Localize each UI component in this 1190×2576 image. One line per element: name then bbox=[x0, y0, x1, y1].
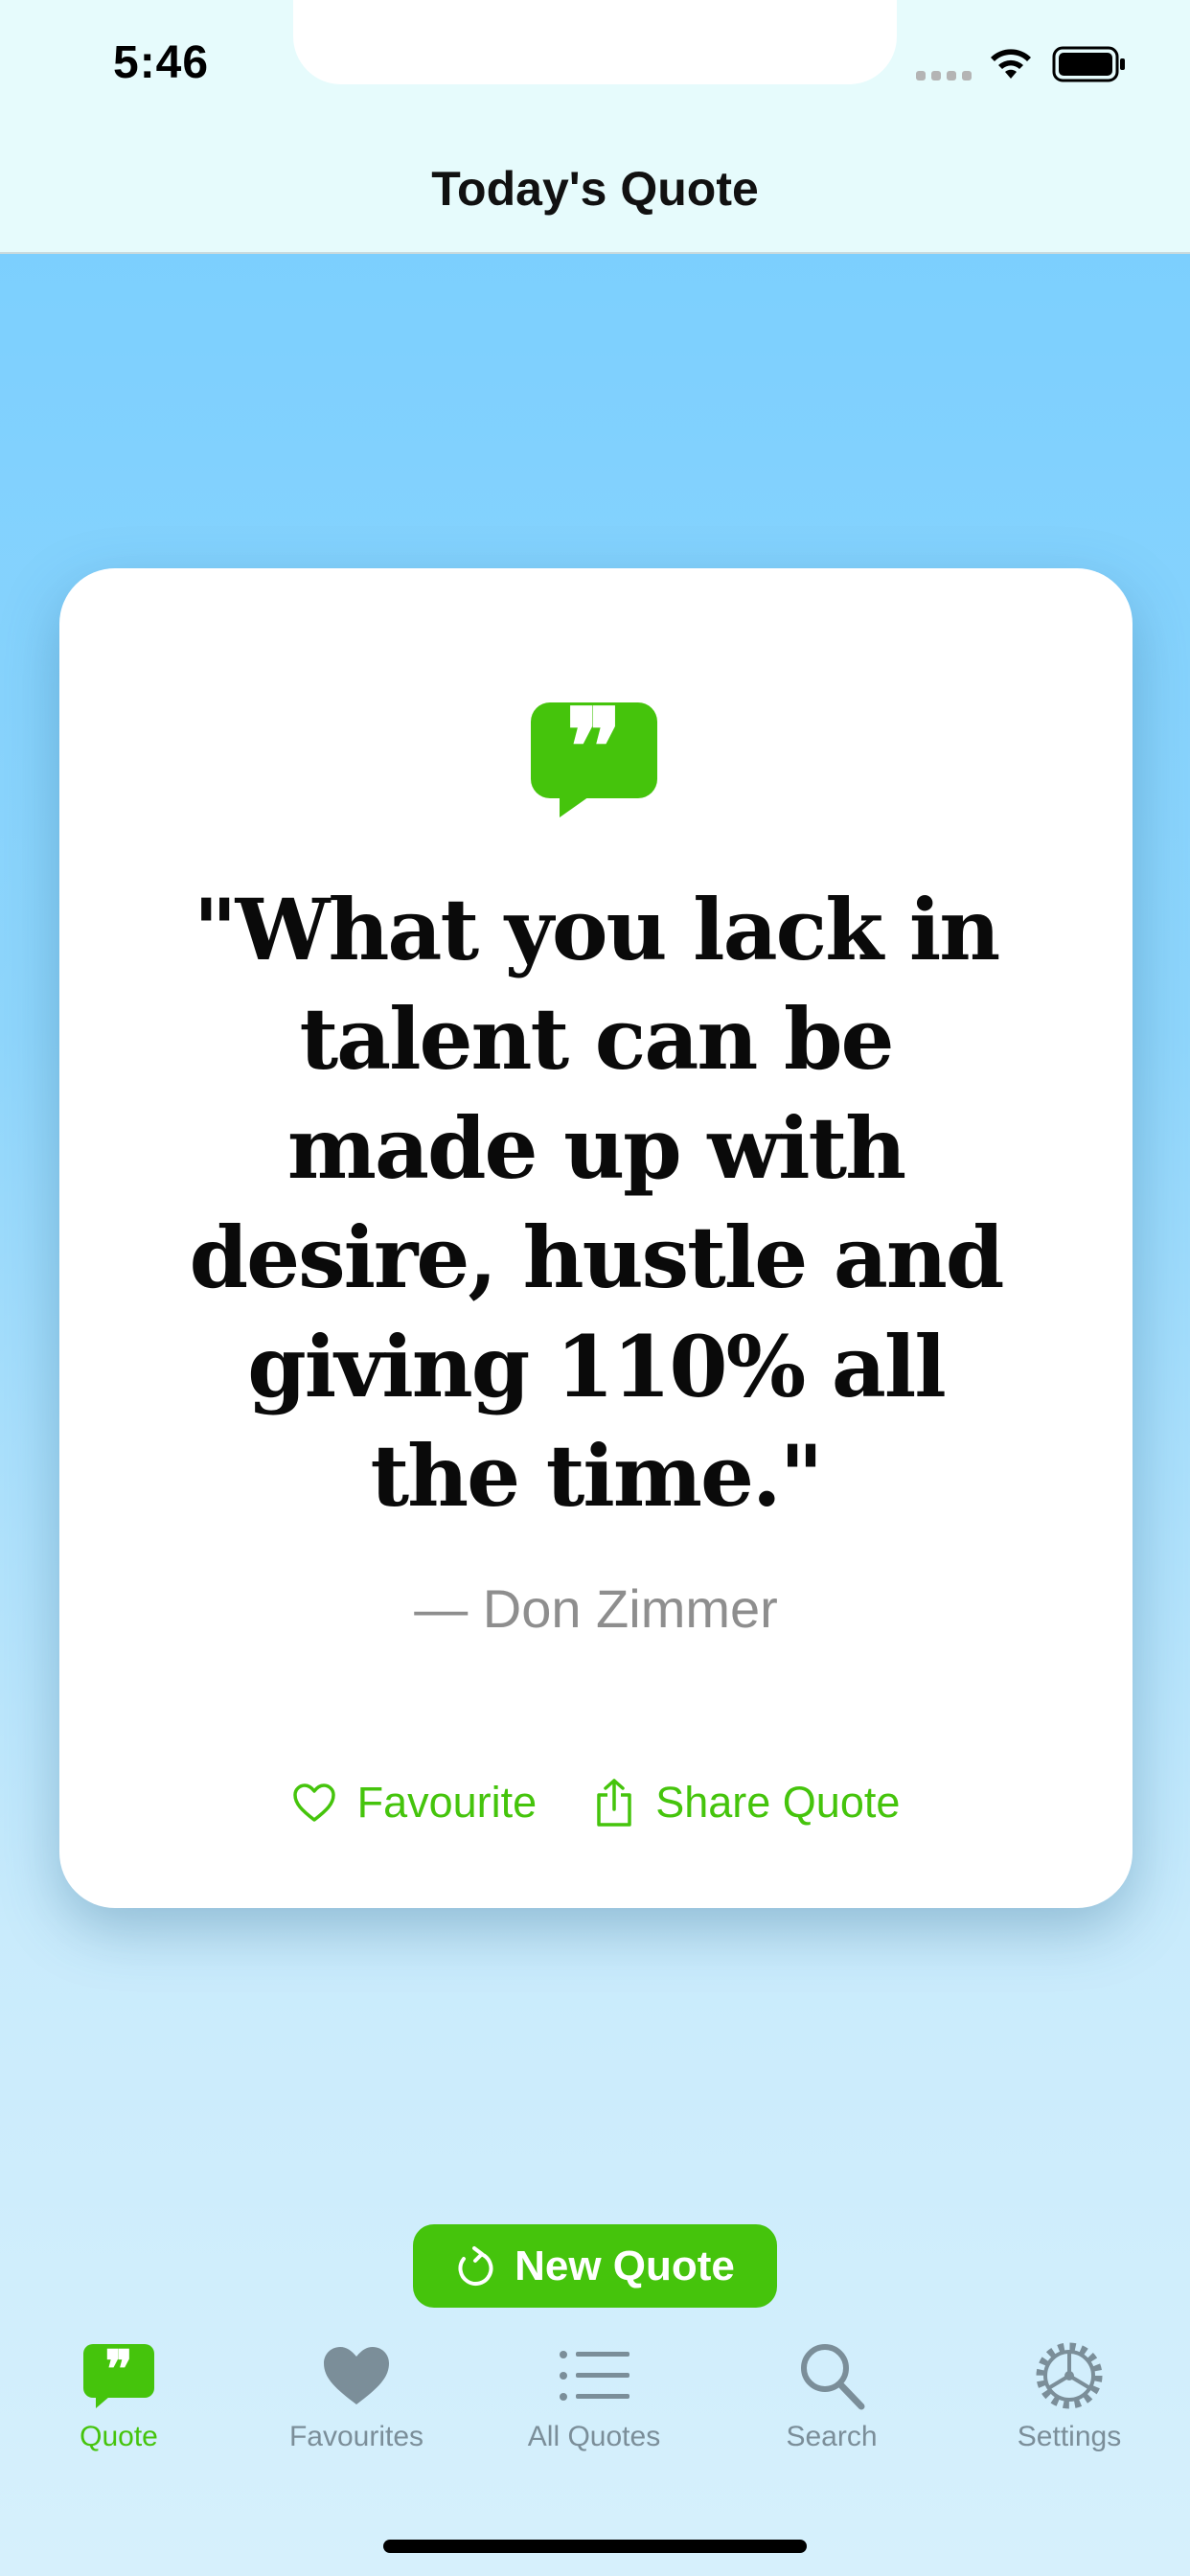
share-quote-label: Share Quote bbox=[655, 1778, 901, 1827]
quote-text: "What you lack in talent can be made up … bbox=[189, 880, 1005, 1526]
svg-text:❞: ❞ bbox=[104, 2343, 132, 2400]
header: 5:46 Today's Quote bbox=[0, 0, 1190, 254]
status-time: 5:46 bbox=[113, 37, 210, 88]
search-icon bbox=[801, 2344, 865, 2410]
home-indicator bbox=[383, 2540, 807, 2553]
tab-label: Settings bbox=[1017, 2421, 1122, 2452]
quote-bubble-icon: ❞ bbox=[83, 2343, 154, 2408]
tab-favourites[interactable]: Favourites bbox=[261, 2338, 452, 2453]
new-quote-label: New Quote bbox=[515, 2242, 735, 2289]
heart-outline-icon bbox=[292, 1783, 335, 1822]
battery-icon bbox=[1052, 46, 1125, 82]
list-icon bbox=[560, 2351, 629, 2401]
quote-bubble-icon: ❞ bbox=[531, 695, 657, 817]
tab-all-quotes[interactable]: All Quotes bbox=[498, 2338, 690, 2453]
quote-actions: Favourite Share Quote bbox=[59, 1778, 1133, 1828]
quote-author: — Don Zimmer bbox=[414, 1578, 778, 1639]
gear-icon bbox=[1036, 2342, 1103, 2409]
refresh-icon bbox=[458, 2245, 493, 2286]
share-icon bbox=[597, 1779, 631, 1827]
tab-label: All Quotes bbox=[527, 2421, 661, 2452]
heart-icon bbox=[324, 2347, 389, 2404]
device-notch bbox=[293, 0, 897, 84]
tab-settings[interactable]: Settings bbox=[973, 2338, 1165, 2453]
wifi-icon bbox=[991, 49, 1031, 79]
page-title: Today's Quote bbox=[431, 162, 759, 216]
quote-card: ❞ "What you lack in talent can be made u… bbox=[59, 568, 1133, 1908]
tab-label: Quote bbox=[80, 2421, 158, 2452]
share-quote-button[interactable]: Share Quote bbox=[594, 1778, 900, 1828]
favourite-button[interactable]: Favourite bbox=[292, 1778, 538, 1828]
cellular-signal-icon bbox=[916, 71, 972, 80]
favourite-label: Favourite bbox=[356, 1778, 538, 1827]
tab-label: Search bbox=[786, 2421, 878, 2452]
tab-bar: ❞ Quote Favourites All Quotes Search Set… bbox=[0, 2338, 1190, 2482]
tab-label: Favourites bbox=[288, 2421, 424, 2452]
new-quote-button[interactable]: New Quote bbox=[413, 2224, 777, 2308]
tab-search[interactable]: Search bbox=[736, 2338, 927, 2453]
tab-quote[interactable]: ❞ Quote bbox=[23, 2338, 215, 2453]
screen: 5:46 Today's Quote ❞ "What you lack in t… bbox=[0, 0, 1190, 2576]
